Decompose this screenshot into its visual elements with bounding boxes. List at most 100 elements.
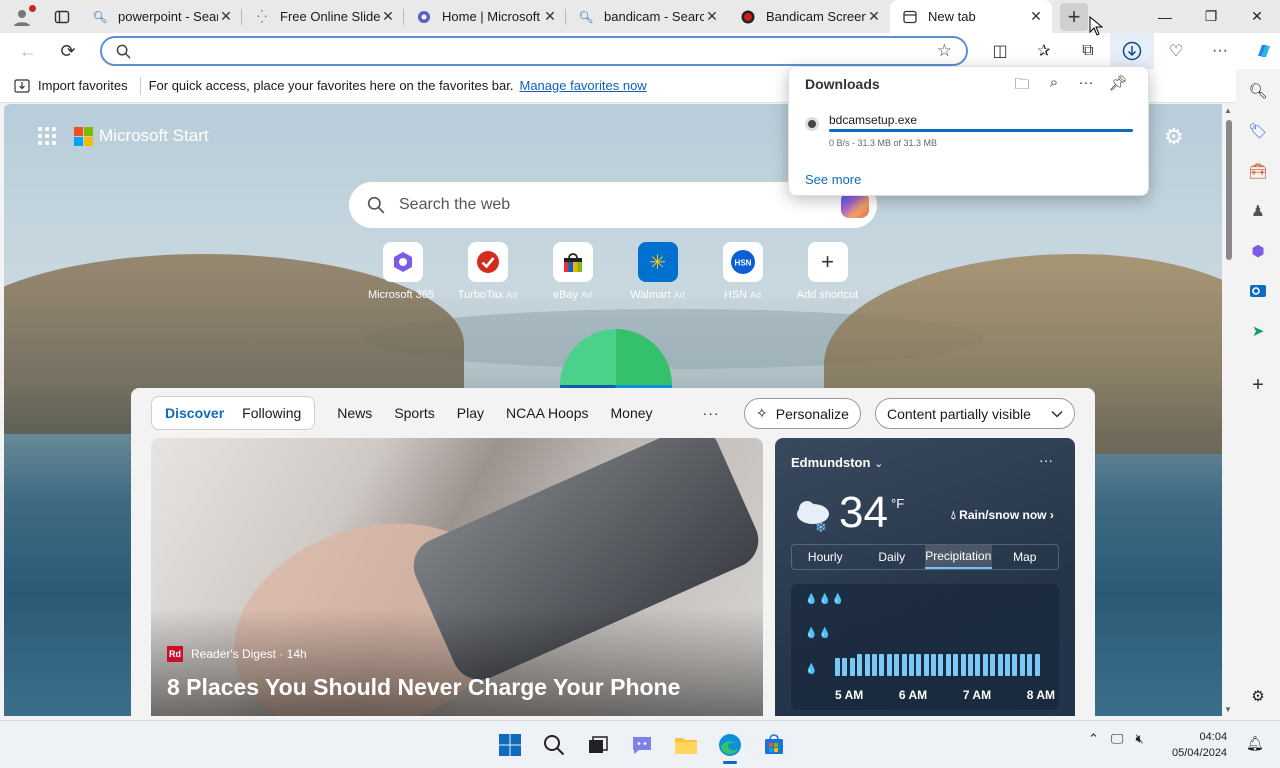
- weather-more-button[interactable]: ···: [1039, 452, 1053, 468]
- brand-name[interactable]: Microsoft Start: [99, 126, 209, 146]
- close-tab-icon[interactable]: ✕: [704, 8, 720, 25]
- mouse-cursor-icon: [1089, 16, 1103, 36]
- sidebar-search-icon[interactable]: 🔍︎: [1236, 71, 1280, 111]
- network-icon[interactable]: 🖵︎: [1111, 731, 1124, 747]
- settings-more-button[interactable]: ···: [1198, 33, 1242, 69]
- split-screen-button[interactable]: ◫: [978, 33, 1022, 69]
- edge-taskbar-button[interactable]: [708, 725, 752, 765]
- scrollbar-thumb[interactable]: [1226, 120, 1232, 260]
- favorites-button[interactable]: ✰: [1022, 33, 1066, 69]
- close-tab-icon[interactable]: ✕: [1028, 8, 1044, 25]
- sidebar-send-icon[interactable]: ➤: [1236, 311, 1280, 351]
- tab-ncaa-hoops[interactable]: NCAA Hoops: [506, 405, 588, 421]
- downloads-button[interactable]: [1110, 33, 1154, 69]
- taskbar-clock[interactable]: 04:04 05/04/2024: [1172, 729, 1227, 761]
- sidebar-games-icon[interactable]: ♟: [1236, 191, 1280, 231]
- tab-discover[interactable]: Discover: [156, 405, 233, 421]
- quick-links: Microsoft 365 TurboTax Ad eBay Ad ✳ Walmar…: [360, 242, 870, 301]
- restore-button[interactable]: ❐: [1188, 0, 1234, 33]
- import-favorites-button[interactable]: Import favorites: [14, 78, 128, 93]
- sidebar-add-icon[interactable]: +: [1236, 365, 1280, 405]
- shortcut-microsoft-365[interactable]: Microsoft 365: [360, 242, 445, 301]
- hsn-icon: HSN: [722, 242, 763, 282]
- microsoft-logo-icon: [74, 126, 93, 146]
- condition-label: Rain/snow now: [959, 508, 1047, 522]
- page-settings-icon[interactable]: ⚙: [1164, 124, 1184, 150]
- search-downloads-icon[interactable]: ⌕: [1038, 74, 1070, 99]
- hero-article-card[interactable]: Rd Reader's Digest · 14h 8 Places You Sh…: [151, 438, 763, 716]
- content-visibility-dropdown[interactable]: Content partially visible: [875, 398, 1075, 429]
- manage-favorites-link[interactable]: Manage favorites now: [520, 78, 647, 93]
- show-hidden-icons-chevron-icon[interactable]: ⌃: [1088, 731, 1099, 747]
- sidebar-m365-icon[interactable]: ⬢: [1236, 231, 1280, 271]
- pin-icon[interactable]: 📌︎: [1102, 74, 1134, 99]
- minimize-button[interactable]: —: [1142, 0, 1188, 33]
- close-tab-icon[interactable]: ✕: [542, 8, 558, 25]
- notifications-icon[interactable]: 🔔︎: [1246, 735, 1264, 752]
- copilot-button[interactable]: [1242, 33, 1280, 69]
- download-file-name[interactable]: bdcamsetup.exe: [829, 113, 917, 127]
- collections-button[interactable]: ⧉: [1066, 33, 1110, 69]
- close-tab-icon[interactable]: ✕: [866, 8, 882, 25]
- scroll-up-icon[interactable]: ▲: [1224, 106, 1232, 115]
- shortcut-walmart[interactable]: ✳ Walmart Ad: [615, 242, 700, 301]
- sidebar-tools-icon[interactable]: 🧰︎: [1236, 151, 1280, 191]
- tab-play[interactable]: Play: [457, 405, 484, 421]
- tab-slide-maker[interactable]: ⁛ Free Online Slide Maker ✕: [242, 0, 404, 33]
- weather-tab-map[interactable]: Map: [992, 545, 1059, 569]
- close-tab-icon[interactable]: ✕: [380, 8, 396, 25]
- tab-money[interactable]: Money: [611, 405, 653, 421]
- bandicam-icon: [740, 9, 756, 25]
- sidebar-outlook-icon[interactable]: [1236, 271, 1280, 311]
- more-tabs-button[interactable]: ···: [703, 405, 720, 421]
- new-tab-button[interactable]: +: [1060, 2, 1088, 31]
- favorite-star-icon[interactable]: ☆: [937, 41, 952, 61]
- file-explorer-button[interactable]: [664, 725, 708, 765]
- address-bar[interactable]: ☆: [100, 36, 968, 66]
- browser-essentials-button[interactable]: ♡: [1154, 33, 1198, 69]
- app-launcher-icon[interactable]: [38, 127, 56, 145]
- teams-chat-button[interactable]: [620, 725, 664, 765]
- profile-button[interactable]: [0, 0, 44, 33]
- temperature-unit: °F: [891, 496, 905, 511]
- weather-tab-precipitation[interactable]: Precipitation: [925, 545, 992, 569]
- weather-tab-hourly[interactable]: Hourly: [792, 545, 859, 569]
- start-button[interactable]: [488, 725, 532, 765]
- see-more-link[interactable]: See more: [805, 172, 861, 187]
- shortcut-hsn[interactable]: HSN HSN Ad: [700, 242, 785, 301]
- shortcut-turbotax[interactable]: TurboTax Ad: [445, 242, 530, 301]
- personalize-button[interactable]: ✧ Personalize: [744, 398, 861, 429]
- weather-tab-daily[interactable]: Daily: [859, 545, 926, 569]
- tab-new-tab[interactable]: New tab ✕: [890, 0, 1052, 33]
- weather-location[interactable]: Edmundston ⌄: [791, 455, 883, 470]
- tab-bandicam-recorder[interactable]: Bandicam Screen Recorder ✕: [728, 0, 890, 33]
- refresh-button[interactable]: ⟳: [48, 33, 88, 69]
- more-options-icon[interactable]: ···: [1070, 74, 1102, 99]
- tab-m365-home[interactable]: Home | Microsoft 365 ✕: [404, 0, 566, 33]
- weather-condition-link[interactable]: 💧︎ Rain/snow now ›: [951, 508, 1054, 523]
- tab-bandicam-search[interactable]: 🔍︎ bandicam - Search ✕: [566, 0, 728, 33]
- scroll-down-icon[interactable]: ▼: [1224, 705, 1232, 714]
- volume-muted-icon[interactable]: 🔇︎: [1135, 731, 1143, 747]
- open-folder-icon[interactable]: 🗀︎: [1006, 74, 1038, 99]
- shortcut-ebay[interactable]: eBay Ad: [530, 242, 615, 301]
- sidebar-settings-icon[interactable]: ⚙: [1236, 676, 1280, 716]
- address-input[interactable]: [139, 43, 937, 59]
- shortcut-add[interactable]: + Add shortcut: [785, 242, 870, 301]
- sidebar-shopping-icon[interactable]: 🏷: [1236, 111, 1280, 151]
- tab-following[interactable]: Following: [233, 405, 310, 421]
- precipitation-bar: [931, 654, 937, 676]
- article-headline[interactable]: 8 Places You Should Never Charge Your Ph…: [167, 674, 680, 701]
- page-scrollbar[interactable]: ▲ ▼: [1222, 104, 1236, 716]
- tab-actions-button[interactable]: [44, 0, 80, 33]
- close-tab-icon[interactable]: ✕: [218, 8, 234, 25]
- task-view-button[interactable]: [576, 725, 620, 765]
- taskbar-search-button[interactable]: [532, 725, 576, 765]
- back-button[interactable]: ←: [8, 33, 48, 69]
- tab-news[interactable]: News: [337, 405, 372, 421]
- sparkle-icon: ✧: [756, 405, 768, 421]
- store-button[interactable]: [752, 725, 796, 765]
- tab-powerpoint-search[interactable]: 🔍︎ powerpoint - Search ✕: [80, 0, 242, 33]
- close-window-button[interactable]: ✕: [1234, 0, 1280, 33]
- tab-sports[interactable]: Sports: [394, 405, 434, 421]
